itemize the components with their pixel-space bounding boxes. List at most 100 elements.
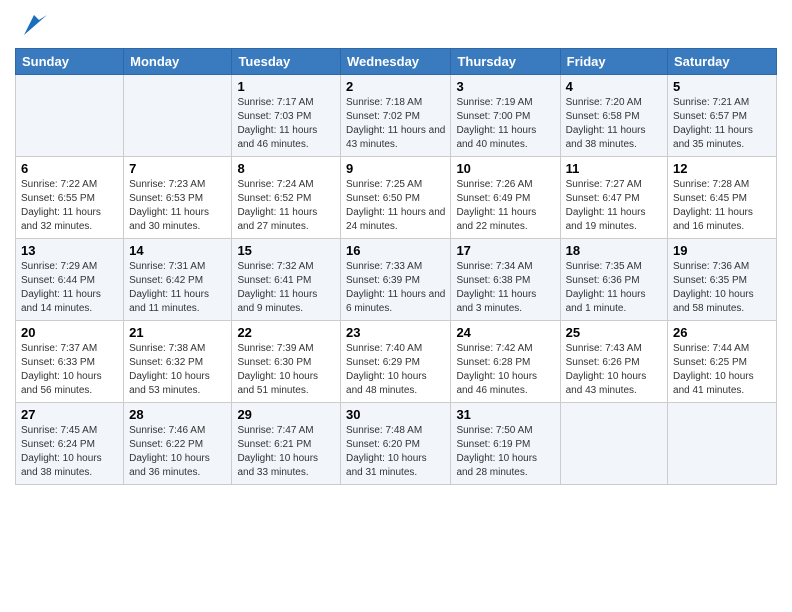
day-info: Sunrise: 7:35 AMSunset: 6:36 PMDaylight:… [566,260,662,316]
day-cell [668,403,777,485]
day-cell: 1 Sunrise: 7:17 AMSunset: 7:03 PMDaylight… [232,75,341,157]
day-cell: 16Sunrise: 7:33 AMSunset: 6:39 PMDayligh… [341,239,451,321]
day-number: 20 [21,325,118,340]
day-number: 9 [346,161,445,176]
day-cell: 20 Sunrise: 7:37 AMSunset: 6:33 PMDayligh… [16,321,124,403]
day-cell: 17 Sunrise: 7:34 AMSunset: 6:38 PMDayligh… [451,239,560,321]
day-cell: 2 Sunrise: 7:18 AMSunset: 7:02 PMDaylight… [341,75,451,157]
day-info: Sunrise: 7:23 AMSunset: 6:53 PMDaylight:… [129,178,226,234]
day-info: Sunrise: 7:31 AMSunset: 6:42 PMDaylight:… [129,260,226,316]
logo [15,10,49,40]
day-info: Sunrise: 7:34 AMSunset: 6:38 PMDaylight:… [456,260,554,316]
day-cell: 12 Sunrise: 7:28 AMSunset: 6:45 PMDayligh… [668,157,777,239]
header-cell-sunday: Sunday [16,49,124,75]
day-cell: 18 Sunrise: 7:35 AMSunset: 6:36 PMDayligh… [560,239,667,321]
logo-icon [19,10,49,40]
header [15,10,777,40]
day-number: 14 [129,243,226,258]
day-number: 26 [673,325,771,340]
day-info: Sunrise: 7:44 AMSunset: 6:25 PMDaylight:… [673,342,771,398]
day-info: Sunrise: 7:46 AMSunset: 6:22 PMDaylight:… [129,424,226,480]
day-cell: 28 Sunrise: 7:46 AMSunset: 6:22 PMDayligh… [124,403,232,485]
day-cell: 21Sunrise: 7:38 AMSunset: 6:32 PMDayligh… [124,321,232,403]
day-info: Sunrise: 7:24 AMSunset: 6:52 PMDaylight:… [237,178,335,234]
day-number: 30 [346,407,445,422]
day-info: Sunrise: 7:42 AMSunset: 6:28 PMDaylight:… [456,342,554,398]
day-cell: 13Sunrise: 7:29 AMSunset: 6:44 PMDayligh… [16,239,124,321]
day-cell: 23 Sunrise: 7:40 AMSunset: 6:29 PMDayligh… [341,321,451,403]
day-number: 21 [129,325,226,340]
day-cell: 31 Sunrise: 7:50 AMSunset: 6:19 PMDayligh… [451,403,560,485]
day-info: Sunrise: 7:22 AMSunset: 6:55 PMDaylight:… [21,178,118,234]
day-cell: 25 Sunrise: 7:43 AMSunset: 6:26 PMDayligh… [560,321,667,403]
day-number: 4 [566,79,662,94]
day-info: Sunrise: 7:19 AMSunset: 7:00 PMDaylight:… [456,96,554,152]
day-info: Sunrise: 7:18 AMSunset: 7:02 PMDaylight:… [346,96,445,152]
day-cell: 26 Sunrise: 7:44 AMSunset: 6:25 PMDayligh… [668,321,777,403]
day-number: 18 [566,243,662,258]
day-number: 1 [237,79,335,94]
header-cell-thursday: Thursday [451,49,560,75]
day-number: 28 [129,407,226,422]
day-info: Sunrise: 7:27 AMSunset: 6:47 PMDaylight:… [566,178,662,234]
day-cell: 6 Sunrise: 7:22 AMSunset: 6:55 PMDaylight… [16,157,124,239]
week-row-2: 6 Sunrise: 7:22 AMSunset: 6:55 PMDaylight… [16,157,777,239]
day-number: 22 [237,325,335,340]
day-number: 25 [566,325,662,340]
day-cell: 11Sunrise: 7:27 AMSunset: 6:47 PMDayligh… [560,157,667,239]
day-cell [16,75,124,157]
calendar-table: SundayMondayTuesdayWednesdayThursdayFrid… [15,48,777,485]
header-cell-tuesday: Tuesday [232,49,341,75]
day-info: Sunrise: 7:39 AMSunset: 6:30 PMDaylight:… [237,342,335,398]
day-info: Sunrise: 7:50 AMSunset: 6:19 PMDaylight:… [456,424,554,480]
day-info: Sunrise: 7:17 AMSunset: 7:03 PMDaylight:… [237,96,335,152]
day-info: Sunrise: 7:26 AMSunset: 6:49 PMDaylight:… [456,178,554,234]
day-number: 23 [346,325,445,340]
day-number: 19 [673,243,771,258]
header-cell-saturday: Saturday [668,49,777,75]
day-number: 2 [346,79,445,94]
day-number: 12 [673,161,771,176]
day-info: Sunrise: 7:48 AMSunset: 6:20 PMDaylight:… [346,424,445,480]
calendar-body: 1 Sunrise: 7:17 AMSunset: 7:03 PMDaylight… [16,75,777,485]
day-number: 3 [456,79,554,94]
day-cell [124,75,232,157]
calendar-header: SundayMondayTuesdayWednesdayThursdayFrid… [16,49,777,75]
day-info: Sunrise: 7:36 AMSunset: 6:35 PMDaylight:… [673,260,771,316]
day-info: Sunrise: 7:47 AMSunset: 6:21 PMDaylight:… [237,424,335,480]
day-number: 8 [237,161,335,176]
day-number: 17 [456,243,554,258]
day-number: 15 [237,243,335,258]
day-cell: 3 Sunrise: 7:19 AMSunset: 7:00 PMDaylight… [451,75,560,157]
day-cell: 29 Sunrise: 7:47 AMSunset: 6:21 PMDayligh… [232,403,341,485]
day-cell: 19 Sunrise: 7:36 AMSunset: 6:35 PMDayligh… [668,239,777,321]
day-cell: 15 Sunrise: 7:32 AMSunset: 6:41 PMDayligh… [232,239,341,321]
day-cell: 9 Sunrise: 7:25 AMSunset: 6:50 PMDaylight… [341,157,451,239]
day-cell: 24 Sunrise: 7:42 AMSunset: 6:28 PMDayligh… [451,321,560,403]
day-cell: 10 Sunrise: 7:26 AMSunset: 6:49 PMDayligh… [451,157,560,239]
day-cell: 7Sunrise: 7:23 AMSunset: 6:53 PMDaylight… [124,157,232,239]
week-row-4: 20 Sunrise: 7:37 AMSunset: 6:33 PMDayligh… [16,321,777,403]
day-cell: 14 Sunrise: 7:31 AMSunset: 6:42 PMDayligh… [124,239,232,321]
day-cell: 27Sunrise: 7:45 AMSunset: 6:24 PMDayligh… [16,403,124,485]
day-info: Sunrise: 7:28 AMSunset: 6:45 PMDaylight:… [673,178,771,234]
day-cell: 22 Sunrise: 7:39 AMSunset: 6:30 PMDayligh… [232,321,341,403]
week-row-3: 13Sunrise: 7:29 AMSunset: 6:44 PMDayligh… [16,239,777,321]
day-number: 24 [456,325,554,340]
day-info: Sunrise: 7:20 AMSunset: 6:58 PMDaylight:… [566,96,662,152]
header-cell-friday: Friday [560,49,667,75]
day-cell: 30 Sunrise: 7:48 AMSunset: 6:20 PMDayligh… [341,403,451,485]
day-info: Sunrise: 7:43 AMSunset: 6:26 PMDaylight:… [566,342,662,398]
main-container: SundayMondayTuesdayWednesdayThursdayFrid… [0,0,792,495]
day-number: 31 [456,407,554,422]
day-info: Sunrise: 7:25 AMSunset: 6:50 PMDaylight:… [346,178,445,234]
day-cell: 8 Sunrise: 7:24 AMSunset: 6:52 PMDaylight… [232,157,341,239]
day-number: 29 [237,407,335,422]
day-info: Sunrise: 7:32 AMSunset: 6:41 PMDaylight:… [237,260,335,316]
day-info: Sunrise: 7:40 AMSunset: 6:29 PMDaylight:… [346,342,445,398]
day-info: Sunrise: 7:37 AMSunset: 6:33 PMDaylight:… [21,342,118,398]
day-cell: 5Sunrise: 7:21 AMSunset: 6:57 PMDaylight… [668,75,777,157]
day-cell [560,403,667,485]
day-number: 10 [456,161,554,176]
day-number: 6 [21,161,118,176]
